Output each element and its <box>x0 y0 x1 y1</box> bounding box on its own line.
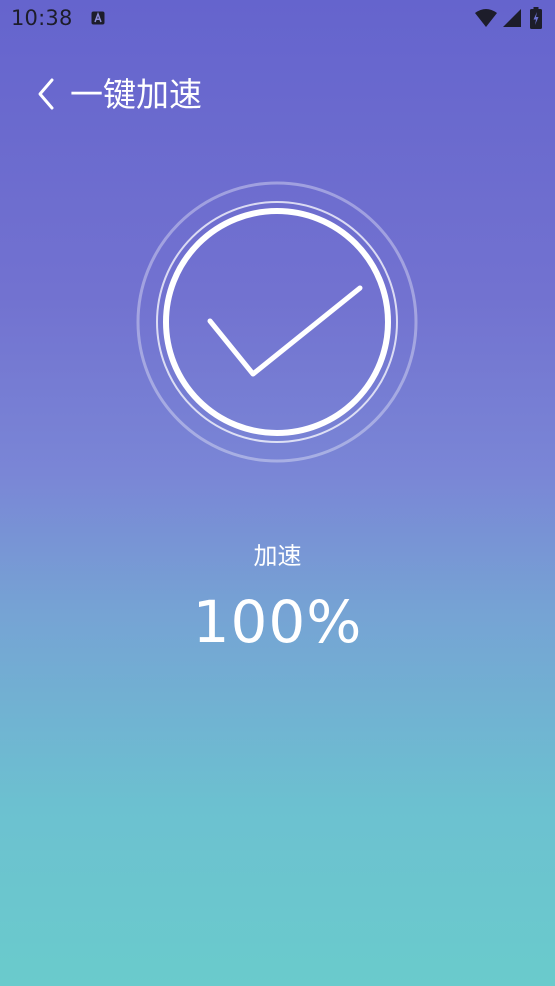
cell-signal-icon <box>503 9 521 27</box>
battery-charging-icon <box>530 7 542 29</box>
speedup-screen: 10:38 一键加速 加速 100% <box>0 0 555 986</box>
page-title: 一键加速 <box>70 75 202 114</box>
header: 一键加速 <box>0 70 555 120</box>
checkmark-circle-icon <box>136 181 418 463</box>
status-time: 10:38 <box>11 6 73 30</box>
a-box-icon <box>91 11 105 25</box>
status-bar: 10:38 <box>0 0 555 38</box>
speedup-label: 加速 <box>253 542 302 570</box>
wifi-icon <box>475 9 497 27</box>
speedup-percent: 100% <box>192 588 363 656</box>
chevron-left-icon[interactable] <box>28 74 62 114</box>
